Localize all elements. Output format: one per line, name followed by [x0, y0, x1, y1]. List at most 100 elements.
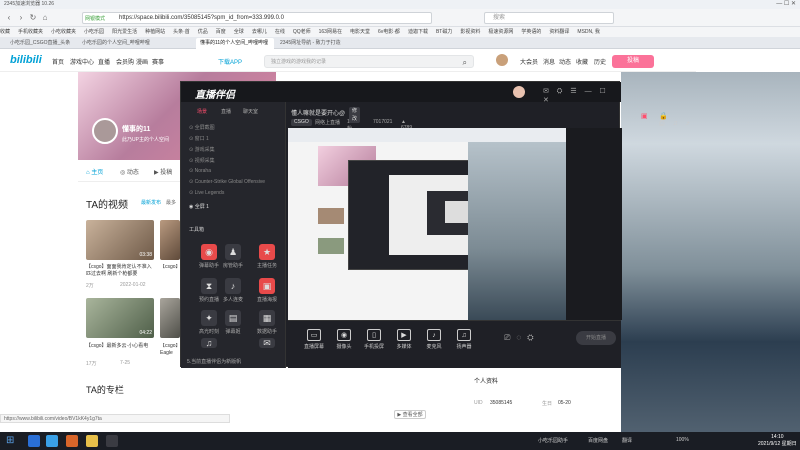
scene-item[interactable]: ⊙ 视频采集	[189, 157, 284, 164]
nav-item[interactable]: 漫画	[136, 57, 148, 66]
video-thumbnail[interactable]	[160, 220, 180, 260]
avatar[interactable]	[496, 54, 508, 66]
highlight-icon[interactable]: ✦	[201, 310, 217, 326]
nav-item[interactable]: 会员购	[116, 57, 134, 66]
right-nav-item[interactable]: 大会员	[520, 57, 538, 66]
schedule-live-icon[interactable]: ⧗	[201, 278, 217, 294]
danmaku-helper-icon[interactable]: ◉	[201, 244, 217, 260]
back-icon[interactable]: ‹	[4, 13, 14, 23]
scene-item-active[interactable]: ◉ 全屏 1	[189, 203, 284, 210]
view-all-button[interactable]: ▶ 查看全部	[394, 410, 426, 419]
scene-item[interactable]: ⊙ Counter-Strike Global Offensive	[189, 179, 284, 185]
tab-home[interactable]: ⌂ 主页	[86, 167, 103, 176]
sort-most[interactable]: 最多	[166, 199, 176, 206]
sidebar-tab-live[interactable]: 直播	[221, 108, 231, 115]
scene-item[interactable]: ⊙ Noraha	[189, 168, 284, 174]
video-title[interactable]: 【csgo】 Eagle	[160, 343, 180, 357]
category-badge[interactable]: CSGO	[291, 119, 312, 126]
settings-icons[interactable]: ⎚◌⛭	[504, 333, 540, 343]
window-controls[interactable]: — ☐ ✕	[776, 0, 796, 9]
user-avatar[interactable]	[513, 86, 525, 98]
bookmark-item[interactable]: 极速资源网	[488, 29, 513, 35]
bookmark-item[interactable]: 资料翻译	[549, 29, 569, 35]
scene-item[interactable]: ⊙ 游戏采集	[189, 146, 284, 153]
bookmark-item[interactable]: 百度	[216, 29, 226, 35]
bookmark-item[interactable]: 影视资料	[460, 29, 480, 35]
music-request-icon[interactable]: ♫	[201, 338, 217, 348]
browser-tab[interactable]: 小吃乐园的个人空间_哔哩哔哩	[78, 38, 190, 49]
browser-tab-active[interactable]: 懂事的11的个人空间_哔哩哔哩	[196, 38, 274, 49]
scene-item[interactable]: ⊙ 全屏截图	[189, 124, 284, 131]
bookmark-item[interactable]: 小吃乐园	[84, 29, 104, 35]
record-icon[interactable]: ▣	[641, 112, 648, 120]
address-bar[interactable]: 网银模式 https://space.bilibili.com/35085145…	[82, 12, 432, 24]
tab-uploads[interactable]: ▶ 投稿	[154, 167, 172, 176]
browser-search-input[interactable]: 搜索	[484, 12, 614, 24]
sidebar-tab-scene[interactable]: 场景	[197, 108, 207, 115]
bookmark-item[interactable]: 163网易在	[319, 29, 342, 35]
profile-avatar[interactable]	[92, 118, 118, 144]
tray-item[interactable]: 翻译	[622, 437, 632, 444]
nav-item[interactable]: 直播	[98, 57, 110, 66]
live-companion-icon[interactable]	[106, 435, 118, 447]
window-controls[interactable]: ✉ ⛭ ☰ — ☐ ✕	[543, 87, 621, 104]
video-thumbnail[interactable]: 04:22	[86, 298, 154, 338]
app-icon[interactable]	[66, 435, 78, 447]
tab-dynamic[interactable]: ◎ 动态	[120, 167, 139, 176]
bili-search-input[interactable]: 独立游戏的游戏我的记录 ⌕	[264, 55, 474, 68]
forward-icon[interactable]: ›	[16, 13, 26, 23]
clock[interactable]: 14:10 2021/9/12 星期日	[758, 434, 797, 448]
bookmark-item[interactable]: BT磁力	[436, 29, 452, 35]
tray-item[interactable]: 百度网盘	[588, 437, 608, 444]
home-icon[interactable]: ⌂	[40, 13, 50, 23]
nav-item[interactable]: 首页	[52, 57, 64, 66]
bookmark-item[interactable]: 学英语的	[521, 29, 541, 35]
video-thumbnail[interactable]	[160, 298, 180, 338]
toolbar-icons[interactable]: 🔒⎙♫⤴	[659, 112, 698, 128]
tray-item[interactable]: 小吃乐园助手	[538, 437, 568, 444]
start-live-button[interactable]: 开始直播	[576, 331, 616, 345]
folder-icon[interactable]	[86, 435, 98, 447]
browser-tab[interactable]: 小吃乐园_CSGO直播_头条	[6, 38, 76, 49]
bookmark-item[interactable]: 电影天堂	[350, 29, 370, 35]
video-title[interactable]: 【csgo】最新多云·小心看电	[86, 343, 156, 350]
bookmark-item[interactable]: 去哪儿	[252, 29, 267, 35]
bookmark-item[interactable]: 在线	[275, 29, 285, 35]
bookmark-item[interactable]: 全球	[234, 29, 244, 35]
search-icon[interactable]: ⌕	[463, 57, 467, 69]
sidebar-tab-chat[interactable]: 聊天室	[243, 108, 258, 115]
bookmark-item[interactable]: 优品	[198, 29, 208, 35]
scene-item[interactable]: ⊙ 窗口 1	[189, 135, 284, 142]
bookmark-item[interactable]: 阳光爱生活	[112, 29, 137, 35]
multi-mic-icon[interactable]: ♪	[225, 278, 241, 294]
right-nav-item[interactable]: 消息	[543, 57, 555, 66]
data-helper-icon[interactable]: ▦	[259, 310, 275, 326]
lucky-bag-icon[interactable]: ✉	[259, 338, 275, 348]
bookmark-item[interactable]: 迪迦下载	[408, 29, 428, 35]
speaker-button[interactable]: ♫ 扬声器	[444, 329, 484, 350]
bilibili-logo[interactable]: bilibili	[10, 54, 42, 66]
browser-icon[interactable]	[46, 435, 58, 447]
bookmark-item[interactable]: 6v电影·都	[378, 29, 400, 35]
video-thumbnail[interactable]: 03:38	[86, 220, 154, 260]
bookmark-item[interactable]: 收藏	[0, 29, 10, 35]
bookmark-item[interactable]: 小吃收藏夹	[51, 29, 76, 35]
windows-start-icon[interactable]: ⊞	[6, 435, 14, 446]
danmaku-ji-icon[interactable]: ▤	[225, 310, 241, 326]
bookmark-item[interactable]: QQ老师	[293, 29, 311, 35]
right-nav-item[interactable]: 收藏	[576, 57, 588, 66]
sort-latest[interactable]: 最新发布	[141, 199, 161, 206]
bookmark-item[interactable]: 手机收藏夹	[18, 29, 43, 35]
right-nav-item[interactable]: 动态	[559, 57, 571, 66]
right-nav-item[interactable]: 历史	[594, 57, 606, 66]
bookmark-item[interactable]: 种植网站	[145, 29, 165, 35]
refresh-icon[interactable]: ↻	[28, 13, 38, 23]
video-title[interactable]: 【csgo】面面我肯定认不准入匹过去啊 刷新个枪都要	[86, 264, 156, 278]
download-app-link[interactable]: 下载APP	[218, 57, 242, 66]
bookmark-item[interactable]: 头条·首	[173, 29, 190, 35]
browser-tab[interactable]: 2345网址导航 - 致力于打造	[276, 38, 360, 49]
upload-button[interactable]: 投稿	[612, 55, 654, 68]
volume-level[interactable]: 100%	[676, 437, 689, 443]
live-poster-icon[interactable]: ▣	[259, 278, 275, 294]
nav-item[interactable]: 赛事	[152, 57, 164, 66]
